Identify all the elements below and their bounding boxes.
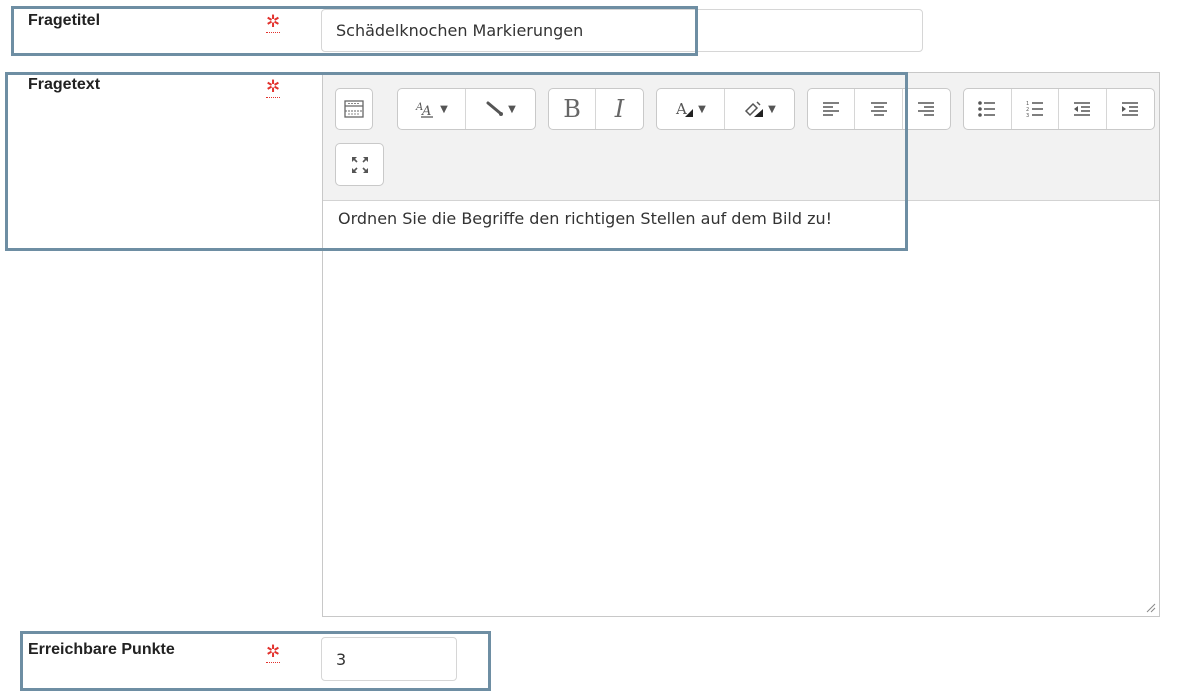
toolbar-group-list: 1 2 3 bbox=[963, 88, 1155, 130]
toolbar-group-format: B I bbox=[548, 88, 644, 130]
editor-toolbar: A A ▼ ▼ B I A ▼ ▼ 1 2 3 bbox=[323, 73, 1159, 201]
rich-text-editor: A A ▼ ▼ B I A ▼ ▼ 1 2 3 Ordnen Sie die B… bbox=[322, 72, 1160, 617]
toolbar-group-toggle bbox=[335, 88, 373, 130]
chevron-down-icon: ▼ bbox=[698, 103, 706, 115]
fullscreen-button[interactable] bbox=[336, 144, 383, 185]
title-input[interactable]: Schädelknochen Markierungen bbox=[321, 9, 923, 52]
font-family-icon: A A bbox=[415, 102, 434, 119]
align-center-button[interactable] bbox=[855, 89, 903, 129]
ordered-list-icon: 1 2 3 bbox=[1026, 101, 1043, 118]
ordered-list-button[interactable]: 1 2 3 bbox=[1012, 89, 1059, 129]
editor-content[interactable]: Ordnen Sie die Begriffe den richtigen St… bbox=[338, 209, 832, 228]
italic-button[interactable]: I bbox=[596, 89, 643, 129]
points-input[interactable]: 3 bbox=[321, 637, 457, 681]
font-color-icon: A bbox=[675, 100, 694, 118]
align-center-icon bbox=[870, 102, 887, 116]
chevron-down-icon: ▼ bbox=[768, 103, 776, 115]
text-label: Fragetext bbox=[28, 76, 101, 93]
chevron-down-icon: ▼ bbox=[508, 103, 516, 115]
font-family-button[interactable]: A A ▼ bbox=[398, 89, 467, 129]
unordered-list-button[interactable] bbox=[964, 89, 1012, 129]
bold-icon: B bbox=[563, 95, 581, 123]
toolbar-group-align bbox=[807, 88, 951, 130]
required-icon: ✲ bbox=[266, 642, 281, 663]
required-icon: ✲ bbox=[266, 77, 281, 98]
align-right-icon bbox=[918, 102, 935, 116]
points-input-value: 3 bbox=[336, 649, 347, 669]
paragraph-style-icon bbox=[486, 101, 504, 116]
title-label: Fragetitel bbox=[28, 12, 101, 29]
indent-icon bbox=[1122, 102, 1139, 116]
toolbar-toggle-icon bbox=[344, 100, 364, 118]
points-label: Erreichbare Punkte bbox=[28, 641, 175, 658]
italic-icon: I bbox=[614, 95, 625, 123]
paragraph-style-button[interactable]: ▼ bbox=[466, 89, 535, 129]
resize-handle-icon[interactable] bbox=[1146, 603, 1156, 613]
bold-button[interactable]: B bbox=[549, 89, 597, 129]
align-right-button[interactable] bbox=[903, 89, 950, 129]
required-icon: ✲ bbox=[266, 12, 281, 33]
toolbar-toggle-button[interactable] bbox=[336, 89, 372, 129]
fullscreen-icon bbox=[351, 156, 368, 173]
align-left-icon bbox=[823, 102, 840, 116]
background-color-icon bbox=[745, 101, 764, 117]
indent-button[interactable] bbox=[1107, 89, 1154, 129]
svg-text:A: A bbox=[675, 100, 687, 118]
outdent-button[interactable] bbox=[1059, 89, 1107, 129]
background-color-button[interactable]: ▼ bbox=[725, 89, 794, 129]
unordered-list-icon bbox=[978, 101, 996, 117]
align-left-button[interactable] bbox=[808, 89, 856, 129]
svg-text:3: 3 bbox=[1026, 113, 1029, 118]
font-color-button[interactable]: A ▼ bbox=[657, 89, 726, 129]
toolbar-group-fullscreen bbox=[335, 143, 384, 186]
toolbar-group-color: A ▼ ▼ bbox=[656, 88, 795, 130]
outdent-icon bbox=[1074, 102, 1091, 116]
title-input-value: Schädelknochen Markierungen bbox=[336, 21, 584, 40]
toolbar-group-style: A A ▼ ▼ bbox=[397, 88, 536, 130]
chevron-down-icon: ▼ bbox=[440, 103, 448, 115]
